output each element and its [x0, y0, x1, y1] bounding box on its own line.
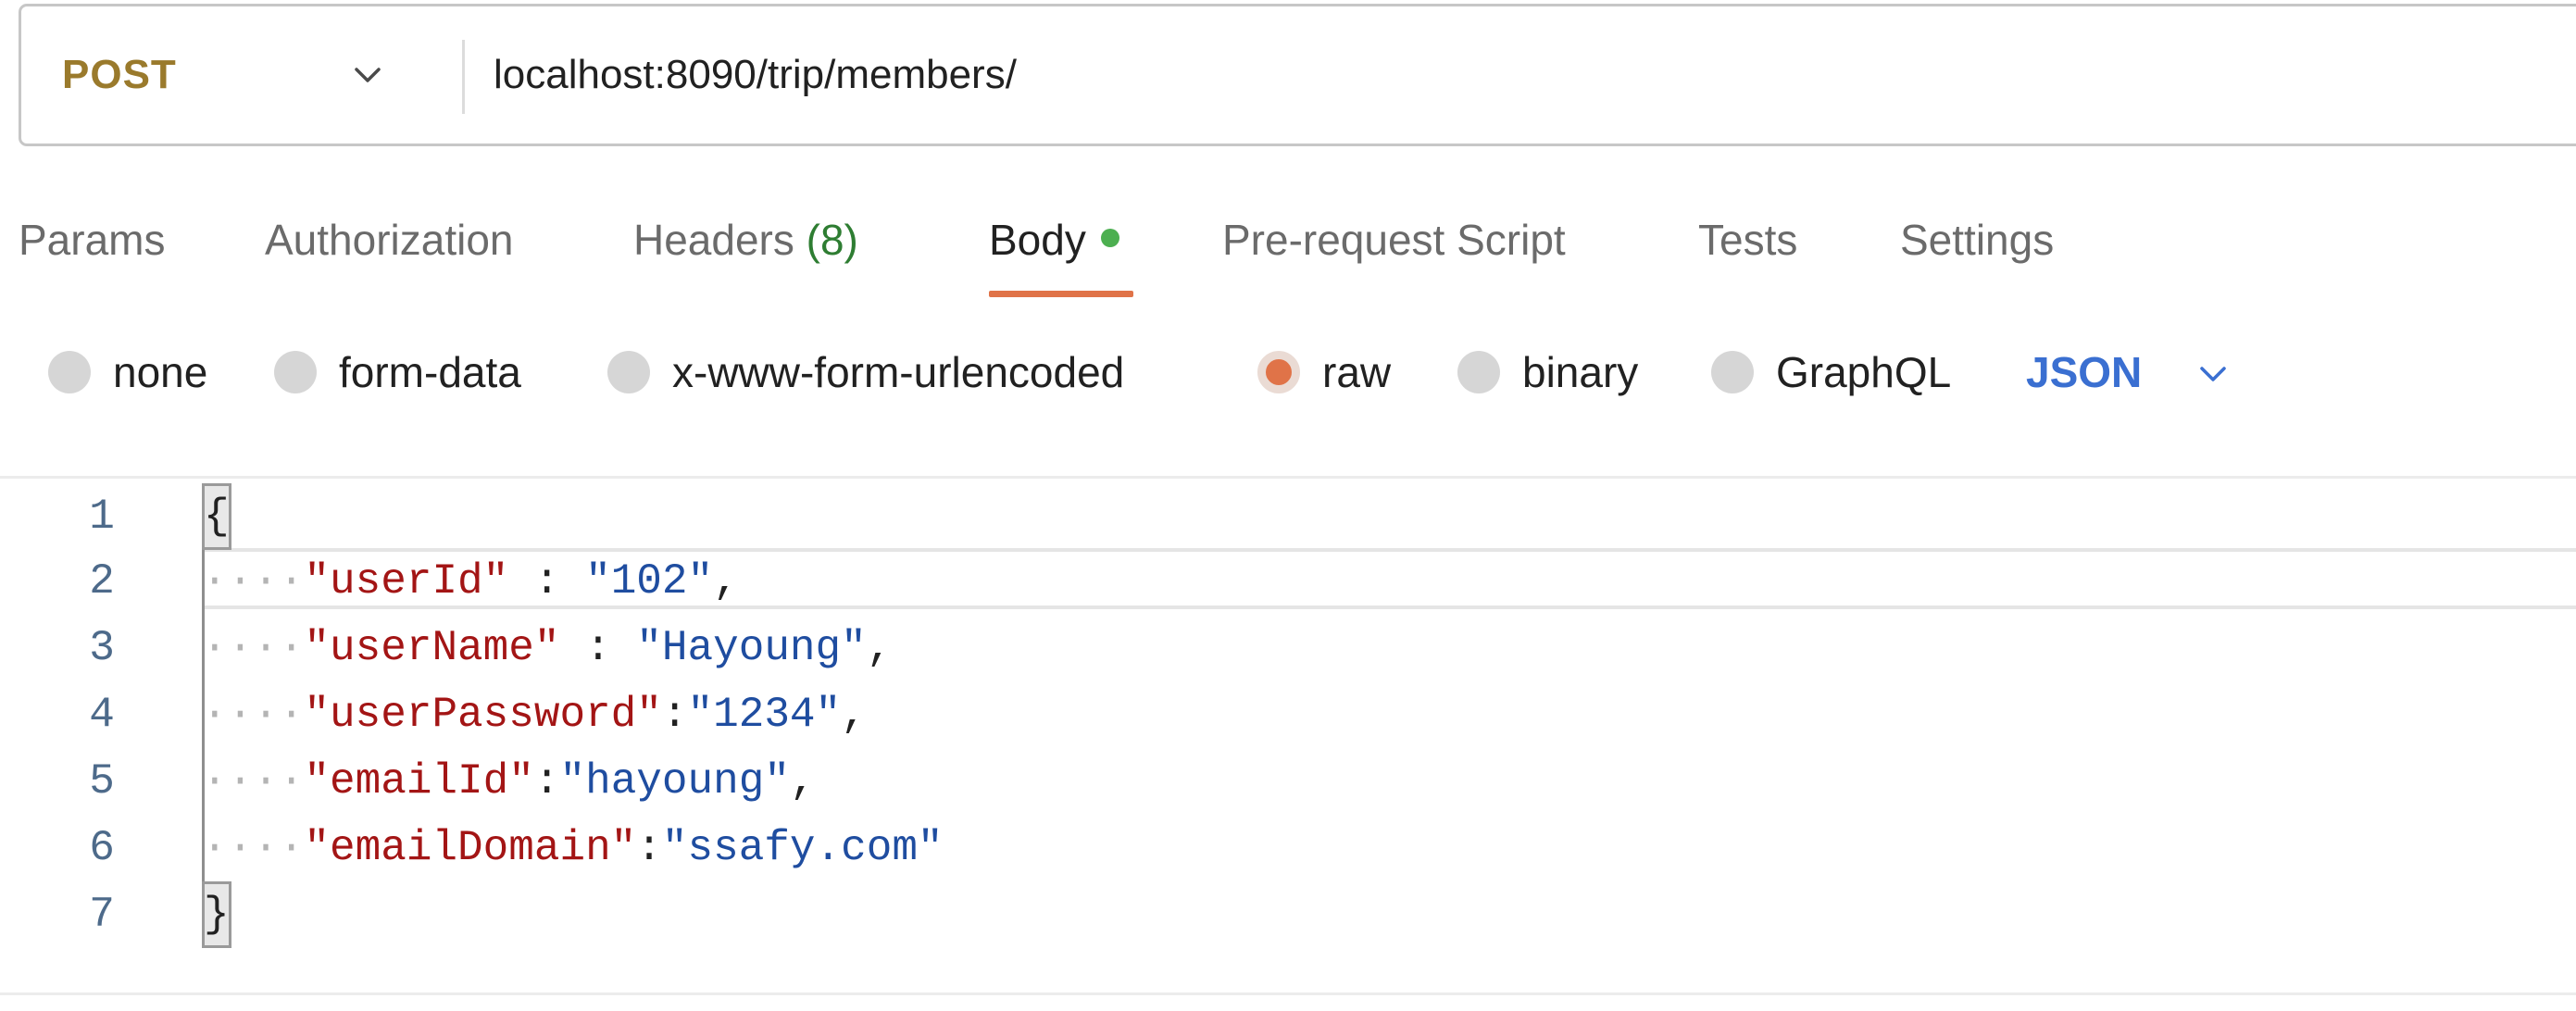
- line-number: 6: [89, 824, 115, 872]
- method-selector[interactable]: POST: [62, 6, 177, 144]
- line-number: 4: [89, 691, 115, 739]
- indent-marker: ····: [202, 757, 305, 805]
- url-divider: [462, 40, 465, 114]
- json-comma: ,: [789, 757, 816, 805]
- tab-label: Body: [989, 216, 1086, 264]
- json-key: "userId": [304, 557, 509, 605]
- radio-button-checked[interactable]: [1257, 351, 1300, 393]
- line-number: 3: [89, 624, 115, 672]
- code-line[interactable]: ····"userPassword":"1234",: [202, 681, 867, 748]
- radio-label: form-data: [339, 348, 521, 396]
- tab-label: Params: [19, 216, 166, 264]
- radio-label: binary: [1522, 348, 1639, 396]
- modified-dot-icon: [1100, 228, 1119, 247]
- line-number: 5: [89, 757, 115, 805]
- json-value: "ssafy.com": [661, 824, 944, 872]
- request-url-bar: POST: [19, 4, 2576, 146]
- code-line[interactable]: ····"userName" : "Hayoung",: [202, 615, 892, 681]
- editor-bottom-border: [0, 992, 2576, 995]
- raw-language-selector[interactable]: JSON: [2026, 344, 2142, 400]
- json-value: "1234": [687, 691, 842, 739]
- code-line[interactable]: ····"emailDomain":"ssafy.com": [202, 815, 944, 881]
- body-type-graphql[interactable]: GraphQL: [1711, 344, 1951, 400]
- body-type-x-www-form-urlencoded[interactable]: x-www-form-urlencoded: [607, 344, 1124, 400]
- tab-body[interactable]: Body: [989, 209, 1119, 270]
- tab-tests[interactable]: Tests: [1698, 209, 1797, 270]
- code-line[interactable]: }: [202, 881, 231, 948]
- radio-button[interactable]: [607, 351, 650, 393]
- indent-marker: ····: [202, 557, 305, 605]
- json-comma: ,: [841, 691, 867, 739]
- radio-label: GraphQL: [1776, 348, 1952, 396]
- json-value: "Hayoung": [636, 624, 867, 672]
- json-value: "hayoung": [559, 757, 790, 805]
- json-key: "userPassword": [304, 691, 662, 739]
- tab-label: Tests: [1698, 216, 1798, 264]
- body-type-form-data[interactable]: form-data: [274, 344, 521, 400]
- radio-button[interactable]: [48, 351, 91, 393]
- open-brace: {: [202, 483, 231, 550]
- tab-pre-request-script[interactable]: Pre-request Script: [1222, 209, 1566, 270]
- chevron-down-icon[interactable]: [2195, 356, 2232, 393]
- body-type-raw[interactable]: raw: [1257, 344, 1391, 400]
- radio-button[interactable]: [1457, 351, 1500, 393]
- json-key: "emailId": [304, 757, 534, 805]
- json-separator: :: [636, 824, 662, 872]
- tab-settings[interactable]: Settings: [1900, 209, 2054, 270]
- tab-params[interactable]: Params: [19, 209, 165, 270]
- json-key: "emailDomain": [304, 824, 637, 872]
- json-comma: ,: [866, 624, 893, 672]
- code-line[interactable]: ····"userId" : "102",: [202, 548, 739, 615]
- json-separator: :: [508, 557, 586, 605]
- json-separator: :: [533, 757, 560, 805]
- tab-label: Pre-request Script: [1222, 216, 1566, 264]
- editor-top-border: [0, 476, 2576, 479]
- json-value: "102": [585, 557, 714, 605]
- json-key: "userName": [304, 624, 560, 672]
- code-line[interactable]: {: [202, 483, 231, 550]
- json-separator: :: [559, 624, 637, 672]
- line-number: 7: [89, 891, 115, 939]
- url-input[interactable]: [494, 6, 2531, 144]
- body-type-none[interactable]: none: [48, 344, 207, 400]
- active-tab-indicator: [989, 291, 1133, 297]
- body-type-binary[interactable]: binary: [1457, 344, 1638, 400]
- tab-label: Authorization: [265, 216, 514, 264]
- chevron-down-icon[interactable]: [349, 56, 386, 94]
- code-line[interactable]: ····"emailId":"hayoung",: [202, 748, 816, 815]
- radio-label: raw: [1322, 348, 1392, 396]
- tab-authorization[interactable]: Authorization: [265, 209, 514, 270]
- indent-marker: ····: [202, 824, 305, 872]
- tab-label: Headers: [633, 216, 794, 264]
- radio-label: x-www-form-urlencoded: [672, 348, 1125, 396]
- tab-label: Settings: [1900, 216, 2055, 264]
- line-number: 1: [89, 493, 115, 541]
- headers-count: (8): [806, 216, 858, 264]
- tab-headers[interactable]: Headers (8): [633, 209, 858, 270]
- radio-button[interactable]: [1711, 351, 1754, 393]
- radio-label: none: [113, 348, 208, 396]
- json-comma: ,: [713, 557, 739, 605]
- close-brace: }: [202, 881, 231, 948]
- indent-marker: ····: [202, 624, 305, 672]
- line-number: 2: [89, 557, 115, 605]
- indent-marker: ····: [202, 691, 305, 739]
- json-separator: :: [661, 691, 688, 739]
- radio-button[interactable]: [274, 351, 317, 393]
